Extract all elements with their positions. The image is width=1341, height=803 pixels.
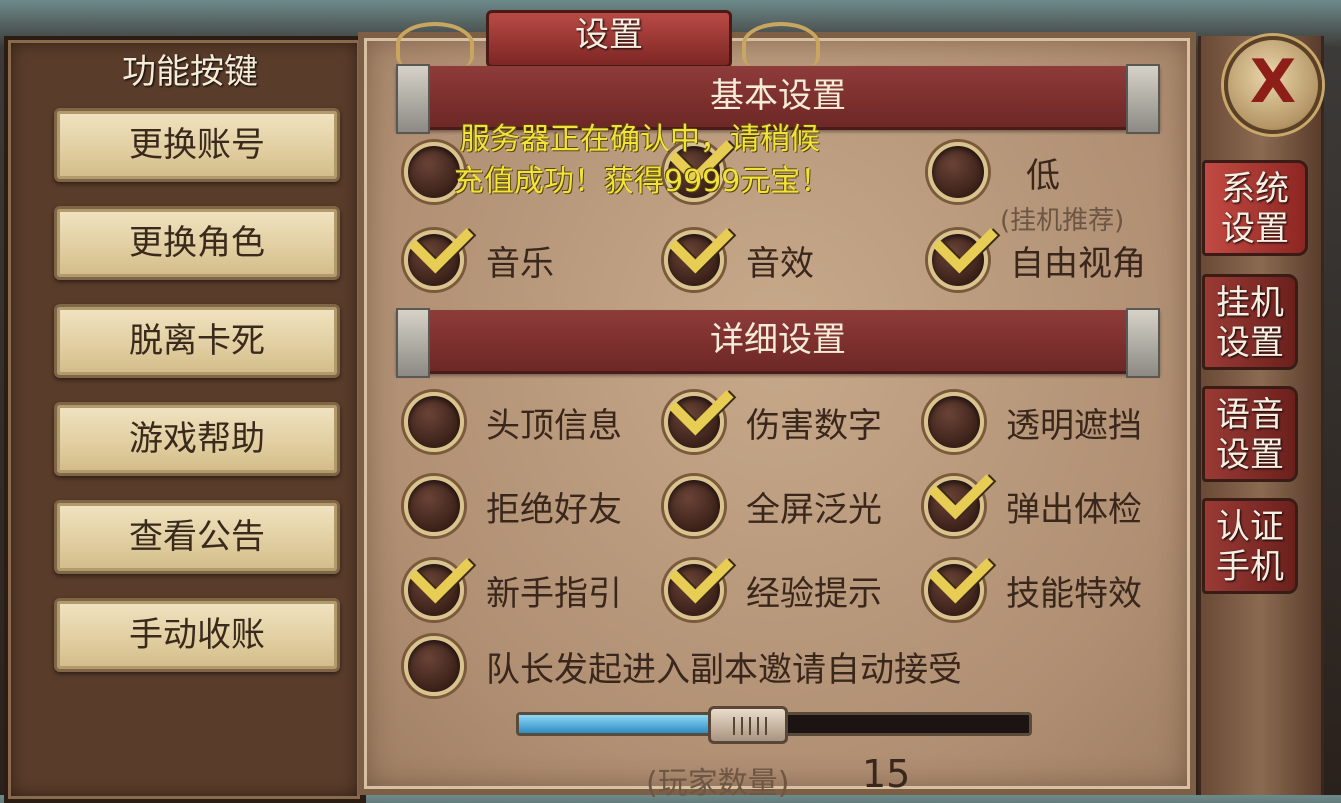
tab-label-line: 挂机 [1216,283,1284,323]
player-count-value: 15 [862,752,911,796]
scroll-ornament-icon [396,22,474,66]
button-label: 更换角色 [129,223,265,263]
recharge-notice: 充值成功！获得9999元宝！ [454,164,831,199]
view-announcement-button[interactable]: 查看公告 [54,500,340,574]
function-panel-title: 功能按键 [122,52,258,92]
bracket-icon [396,64,430,134]
option-label: 队长发起进入副本邀请自动接受 [486,649,962,690]
option-label: 头顶信息 [486,405,622,446]
quality-low-label: 低 [1026,155,1060,196]
damage-numbers-checkbox[interactable]: 伤害数字 [664,370,882,454]
option-label: 拒绝好友 [486,489,622,530]
manual-collect-button[interactable]: 手动收账 [54,598,340,672]
button-label: 游戏帮助 [129,419,265,459]
radio-icon [924,538,994,620]
radio-icon [924,392,984,452]
section-title: 详细设置 [710,320,846,360]
tab-system-settings[interactable]: 系统 设置 [1202,160,1308,256]
radio-icon [928,142,988,202]
radio-icon [928,208,998,290]
radio-icon [404,476,464,536]
bracket-icon [396,308,430,378]
scroll-ornament-icon [742,22,820,66]
bracket-icon [1126,64,1160,134]
tab-label-line: 语音 [1216,395,1284,435]
section-title: 基本设置 [710,76,846,116]
server-confirm-notice: 服务器正在确认中，请稍候 [460,122,820,157]
bracket-icon [1126,308,1160,378]
music-checkbox[interactable]: 音乐 [404,208,554,292]
tab-idle-settings[interactable]: 挂机 设置 [1202,274,1298,370]
popup-checkup-checkbox[interactable]: 弹出体检 [924,454,1142,538]
radio-icon [404,208,474,290]
option-label: 音效 [746,243,814,284]
tab-label-line: 手机 [1216,547,1284,587]
radio-icon [404,538,474,620]
switch-account-button[interactable]: 更换账号 [54,108,340,182]
unstuck-button[interactable]: 脱离卡死 [54,304,340,378]
game-help-button[interactable]: 游戏帮助 [54,402,340,476]
radio-icon [924,454,994,536]
free-camera-checkbox[interactable]: 自由视角 [928,208,1146,292]
button-label: 脱离卡死 [129,321,265,361]
tab-verify-phone[interactable]: 认证 手机 [1202,498,1298,594]
skill-effects-checkbox[interactable]: 技能特效 [924,538,1142,622]
detail-settings-header: 详细设置 [396,308,1160,378]
close-button[interactable]: X [1224,36,1322,134]
tab-label-line: 认证 [1216,507,1284,547]
tab-label-line: 系统 [1221,169,1289,209]
radio-icon [664,476,724,536]
transparent-occlusion-checkbox[interactable]: 透明遮挡 [924,390,1142,454]
option-label: 自由视角 [1010,243,1146,284]
option-label: 新手指引 [486,573,622,614]
radio-icon [664,538,734,620]
overhead-info-checkbox[interactable]: 头顶信息 [404,390,622,454]
button-label: 手动收账 [129,615,265,655]
quality-low-radio[interactable]: 低 [928,140,1060,204]
radio-icon [404,392,464,452]
tab-label-line: 设置 [1216,323,1284,363]
option-label: 弹出体检 [1006,489,1142,530]
tab-label-line: 设置 [1221,209,1289,249]
fullscreen-bloom-checkbox[interactable]: 全屏泛光 [664,474,882,538]
reject-friends-checkbox[interactable]: 拒绝好友 [404,474,622,538]
newbie-guide-checkbox[interactable]: 新手指引 [404,538,622,622]
option-label: 全屏泛光 [746,489,882,530]
button-label: 查看公告 [129,517,265,557]
radio-icon [664,208,734,290]
switch-character-button[interactable]: 更换角色 [54,206,340,280]
player-count-label: (玩家数量) [646,766,790,801]
tab-label-line: 设置 [1216,435,1284,475]
tab-voice-settings[interactable]: 语音 设置 [1202,386,1298,482]
radio-icon [404,636,464,696]
slider-handle[interactable] [708,706,789,744]
option-label: 经验提示 [746,573,882,614]
radio-icon [664,370,734,452]
sound-effects-checkbox[interactable]: 音效 [664,208,814,292]
window-title: 设置 [486,10,732,68]
option-label: 透明遮挡 [1006,405,1142,446]
option-label: 音乐 [486,243,554,284]
option-label: 伤害数字 [746,405,882,446]
exp-tips-checkbox[interactable]: 经验提示 [664,538,882,622]
auto-accept-dungeon-invite-checkbox[interactable]: 队长发起进入副本邀请自动接受 [404,634,962,698]
button-label: 更换账号 [129,125,265,165]
option-label: 技能特效 [1006,573,1142,614]
